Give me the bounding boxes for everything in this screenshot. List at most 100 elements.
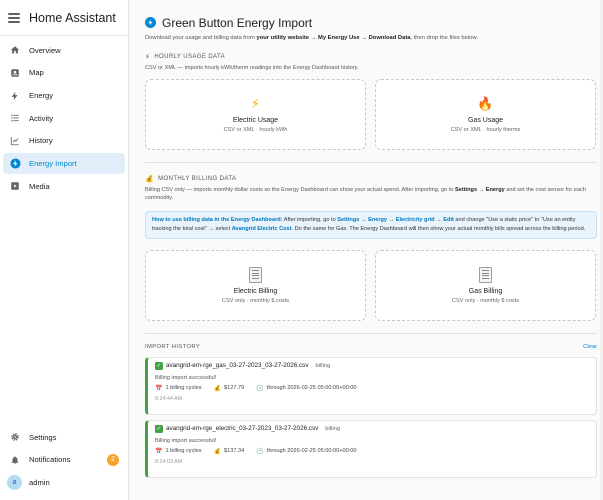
card-subtitle: CSV only · monthly $ costs <box>451 297 520 304</box>
sidebar-item-label: Notifications <box>29 455 71 465</box>
divider <box>145 162 597 164</box>
gas-usage-dropzone[interactable]: 🔥 Gas Usage CSV or XML · hourly therms <box>375 79 596 151</box>
entry-message: Billing import successful! <box>155 437 217 444</box>
money-bag-icon: 💰 <box>145 176 155 184</box>
entry-amount: $137.34 <box>224 448 245 455</box>
clock-icon: 🕒 <box>256 385 264 392</box>
divider <box>145 332 597 334</box>
main-content: Green Button Energy Import Download your… <box>129 0 603 500</box>
entry-through: through 2026-02-25 05:00:00+00:00 <box>266 448 357 455</box>
entry-stats: 📅 1 billing cycles 💰 $127.79 🕒 through 2026… <box>155 385 596 392</box>
app-title: Home Assistant <box>29 10 116 25</box>
receipt-icon <box>249 266 262 283</box>
import-history-section: IMPORT HISTORY Clear ✓ avangrid-em-rge_g… <box>145 344 603 478</box>
entry-cycles: 1 billing cycles <box>165 385 202 392</box>
entry-tag: billing <box>315 362 331 369</box>
gear-icon <box>8 430 22 444</box>
entry-header: ✓ avangrid-em-rge_electric_03-27-2023_03… <box>155 424 596 433</box>
sidebar-item-label: Energy <box>29 91 54 101</box>
sidebar-item-media[interactable]: Media <box>3 176 125 197</box>
fire-icon: 🔥 <box>477 96 494 112</box>
entry-message: Billing import successful! <box>155 374 217 381</box>
map-icon <box>8 66 22 80</box>
sidebar-item-user[interactable]: a admin <box>3 472 125 493</box>
sidebar-item-energy[interactable]: Energy <box>3 85 125 106</box>
lightning-icon: ⚡ <box>145 54 151 61</box>
calendar-icon: 📅 <box>155 448 163 455</box>
history-header: IMPORT HISTORY Clear <box>145 344 597 350</box>
notification-badge: 2 <box>107 453 119 466</box>
calendar-icon: 📅 <box>155 385 163 392</box>
play-box-icon <box>8 179 22 193</box>
section-description: Billing CSV only — imports monthly dolla… <box>145 187 586 202</box>
lightning-icon: ⚡ <box>250 96 261 112</box>
sidebar-item-overview[interactable]: Overview <box>3 40 125 61</box>
sidebar-item-map[interactable]: Map <box>3 62 125 83</box>
entry-cycles: 1 billing cycles <box>165 448 202 455</box>
lightning-circle-icon <box>8 157 22 171</box>
page-header: Green Button Energy Import <box>145 14 603 31</box>
sidebar-item-label: Media <box>29 181 50 191</box>
sidebar-item-label: History <box>29 136 53 146</box>
entry-amount: $127.79 <box>224 385 245 392</box>
entry-stats: 📅 1 billing cycles 💰 $137.34 🕒 through 2026… <box>155 448 596 455</box>
check-icon: ✓ <box>155 361 163 370</box>
sidebar-item-energy-import[interactable]: Energy Import <box>3 153 125 175</box>
billing-dropzones: Electric Billing CSV only · monthly $ co… <box>145 249 603 321</box>
history-entry: ✓ avangrid-em-rge_electric_03-27-2023_03… <box>145 419 597 478</box>
page-subtitle: Download your usage and billing data fro… <box>145 35 478 41</box>
view-dashboard-icon <box>8 43 22 57</box>
check-icon: ✓ <box>155 424 163 433</box>
card-title: Electric Billing <box>233 287 278 295</box>
sidebar-item-notifications[interactable]: Notifications 2 <box>3 449 125 470</box>
hourly-dropzones: ⚡ Electric Usage CSV or XML · hourly kWh… <box>145 79 603 151</box>
card-subtitle: CSV or XML · hourly therms <box>450 127 521 134</box>
sidebar-item-settings[interactable]: Settings <box>3 427 125 448</box>
sidebar-item-label: Activity <box>29 113 54 123</box>
sidebar-item-label: admin <box>29 478 50 488</box>
sidebar-header: Home Assistant <box>0 0 128 36</box>
clock-icon: 🕒 <box>256 448 264 455</box>
card-title: Gas Billing <box>468 287 503 295</box>
sidebar: Home Assistant Overview Map Energy Activ… <box>0 0 129 500</box>
hourly-section: ⚡ HOURLY USAGE DATA CSV or XML — imports… <box>145 53 603 151</box>
sidebar-item-label: Energy Import <box>29 159 77 169</box>
electric-usage-dropzone[interactable]: ⚡ Electric Usage CSV or XML · hourly kWh <box>145 79 366 151</box>
sidebar-bottom: Settings Notifications 2 a admin <box>0 425 128 495</box>
billing-info-box: How to use billing data in the Energy Da… <box>145 211 597 239</box>
bell-icon <box>8 453 22 467</box>
clear-history-button[interactable]: Clear <box>583 344 597 350</box>
entry-through: through 2026-02-25 05:00:00+00:00 <box>266 385 357 392</box>
entry-time: 8:24:44 AM <box>155 395 183 402</box>
sidebar-item-label: Overview <box>29 45 61 55</box>
sidebar-item-label: Map <box>29 68 44 78</box>
gas-billing-dropzone[interactable]: Gas Billing CSV only · monthly $ costs <box>375 249 596 321</box>
history-entry: ✓ avangrid-em-rge_gas_03-27-2023_03-27-2… <box>145 356 597 415</box>
billing-section: 💰 MONTHLY BILLING DATA Billing CSV only … <box>145 175 603 321</box>
entry-filename: avangrid-em-rge_electric_03-27-2023_03-2… <box>166 425 319 433</box>
money-bag-icon: 💰 <box>213 385 222 392</box>
chart-icon <box>8 134 22 148</box>
sidebar-item-label: Settings <box>29 432 57 442</box>
lightning-icon <box>8 89 22 103</box>
section-heading: ⚡ HOURLY USAGE DATA <box>145 54 226 61</box>
card-title: Electric Usage <box>232 117 279 125</box>
page-title: Green Button Energy Import <box>162 15 313 30</box>
menu-icon[interactable] <box>8 12 20 23</box>
sidebar-item-activity[interactable]: Activity <box>3 108 125 129</box>
card-subtitle: CSV only · monthly $ costs <box>221 297 290 304</box>
sidebar-item-history[interactable]: History <box>3 130 125 151</box>
card-subtitle: CSV or XML · hourly kWh <box>223 127 288 134</box>
lightning-circle-icon <box>145 17 156 28</box>
list-icon <box>8 111 22 125</box>
card-title: Gas Usage <box>467 117 504 125</box>
avatar: a <box>7 475 22 491</box>
sidebar-nav: Overview Map Energy Activity History Ene… <box>0 36 128 197</box>
entry-time: 8:24:03 AM <box>155 458 183 465</box>
section-description: CSV or XML — imports hourly kWh/therm re… <box>145 65 359 71</box>
entry-tag: billing <box>325 425 341 432</box>
section-heading: IMPORT HISTORY <box>145 343 201 350</box>
receipt-icon <box>479 266 492 283</box>
electric-billing-dropzone[interactable]: Electric Billing CSV only · monthly $ co… <box>145 249 366 321</box>
entry-filename: avangrid-em-rge_gas_03-27-2023_03-27-202… <box>166 362 309 370</box>
